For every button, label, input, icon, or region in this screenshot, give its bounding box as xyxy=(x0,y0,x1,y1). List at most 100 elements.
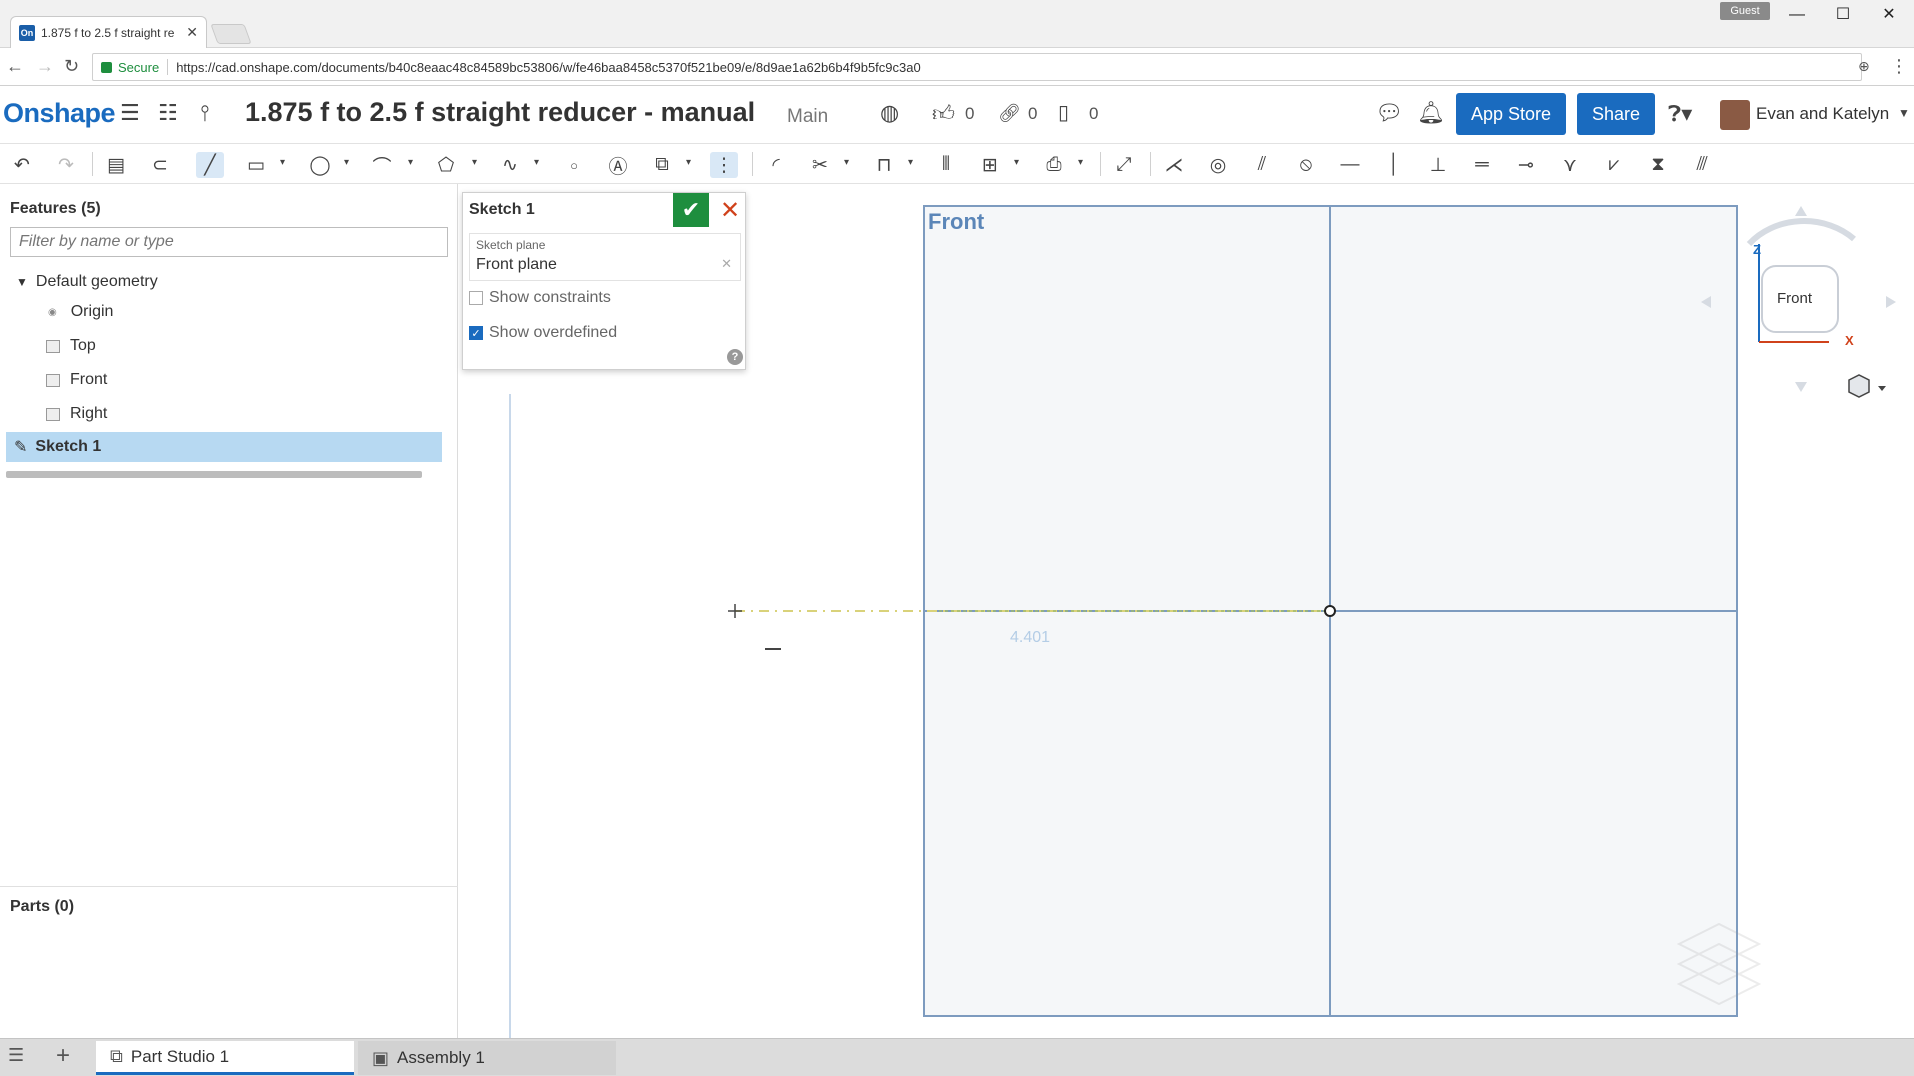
hamburger-menu-icon[interactable]: ☰ xyxy=(120,100,140,126)
user-chevron-down-icon[interactable]: ▼ xyxy=(1898,106,1910,120)
pattern-tool-icon[interactable]: ⊞ xyxy=(976,152,1004,178)
help-icon[interactable]: ❓︎▾ xyxy=(1668,101,1692,127)
use-tool-icon[interactable]: ⊓ xyxy=(870,152,898,178)
sketch-plane-field[interactable]: Sketch plane Front plane ✕ xyxy=(469,233,741,281)
rollback-bar[interactable] xyxy=(6,471,422,478)
arc-dropdown-chevron-icon[interactable]: ▾ xyxy=(408,157,413,168)
copy-document-icon[interactable]: ▯ xyxy=(1058,100,1069,125)
construction-tool-icon[interactable]: ⋮ xyxy=(710,152,738,178)
view-mode-cube-icon[interactable] xyxy=(1848,374,1870,398)
midpoint-constraint-icon[interactable]: ⊸ xyxy=(1512,152,1540,178)
show-constraints-option[interactable]: Show constraints xyxy=(469,289,611,307)
rectangle-dropdown-chevron-icon[interactable]: ▾ xyxy=(280,157,285,168)
rectangle-tool-icon[interactable]: ▭ xyxy=(242,152,270,178)
offset-tool-icon[interactable]: ⧉ xyxy=(648,152,676,178)
share-button[interactable]: Share xyxy=(1577,93,1655,135)
view-right-arrow-icon[interactable] xyxy=(1886,296,1896,308)
tab-assembly-1[interactable]: ▣ Assembly 1 xyxy=(358,1041,616,1075)
tree-item-origin[interactable]: ◉ Origin xyxy=(48,303,113,321)
text-tool-icon[interactable]: Ⓐ xyxy=(604,152,632,178)
user-menu[interactable]: Evan and Katelyn xyxy=(1756,104,1889,124)
view-cube-front-label[interactable]: Front xyxy=(1777,290,1812,307)
feature-filter-input[interactable] xyxy=(10,227,448,257)
document-title[interactable]: 1.875 f to 2.5 f straight reducer - manu… xyxy=(245,97,755,128)
view-up-arrow-icon[interactable] xyxy=(1795,206,1807,216)
globe-public-icon[interactable]: ◍ xyxy=(880,100,899,126)
show-constraints-checkbox[interactable] xyxy=(469,291,483,305)
clear-plane-icon[interactable]: ✕ xyxy=(721,256,732,272)
perpendicular-constraint-icon[interactable]: ⊥ xyxy=(1424,152,1452,178)
fix-constraint-icon[interactable]: ⫻ xyxy=(1688,152,1716,178)
guest-profile-badge[interactable]: Guest xyxy=(1720,2,1770,20)
tree-item-front[interactable]: Front xyxy=(46,371,107,389)
tab-part-studio-1[interactable]: ⧉ Part Studio 1 xyxy=(96,1041,354,1075)
pierce-constraint-icon[interactable]: ⩗ xyxy=(1600,152,1628,178)
url-bar[interactable]: Secure https://cad.onshape.com/documents… xyxy=(92,53,1862,81)
dxf-import-icon[interactable]: ⎙ xyxy=(1040,152,1068,178)
polygon-dropdown-chevron-icon[interactable]: ▾ xyxy=(472,157,477,168)
arc-tool-icon[interactable]: ⌒ xyxy=(368,152,396,178)
origin-point[interactable] xyxy=(1324,605,1336,617)
sketch-edit-icon[interactable]: ⤢ xyxy=(1110,152,1138,178)
line-tool-icon[interactable]: ╱ xyxy=(196,152,224,178)
offset-dropdown-chevron-icon[interactable]: ▾ xyxy=(686,157,691,168)
trim-tool-icon[interactable]: ✂ xyxy=(806,152,834,178)
browser-tab[interactable]: On 1.875 f to 2.5 f straight re ✕ xyxy=(10,16,207,48)
accept-checkmark-button[interactable]: ✔ xyxy=(673,193,709,227)
versions-icon[interactable]: ⫯ xyxy=(200,100,210,126)
add-element-plus-icon[interactable]: + xyxy=(56,1042,70,1070)
notifications-bell-icon[interactable]: 🔔︎ xyxy=(1417,100,1445,126)
cancel-x-button[interactable]: ✕ xyxy=(713,193,747,227)
tab-manager-icon[interactable]: ☰ xyxy=(8,1045,24,1066)
horizontal-constraint-icon[interactable]: — xyxy=(1336,152,1364,178)
view-down-arrow-icon[interactable] xyxy=(1795,382,1807,392)
onshape-logo[interactable]: Onshape xyxy=(3,98,116,129)
equal-constraint-icon[interactable]: ═ xyxy=(1468,152,1496,178)
fillet-tool-icon[interactable]: ◜ xyxy=(762,152,790,178)
browser-menu-icon[interactable]: ⋮ xyxy=(1890,56,1908,77)
view-cube-rotate-arc[interactable] xyxy=(1746,218,1856,247)
clipboard-icon[interactable]: ▤ xyxy=(102,152,130,178)
symmetric-constraint-icon[interactable]: ⧗ xyxy=(1644,152,1672,178)
spline-tool-icon[interactable]: ∿ xyxy=(496,152,524,178)
polygon-tool-icon[interactable]: ⬠ xyxy=(432,152,460,178)
close-window-icon[interactable]: ✕ xyxy=(1867,4,1911,26)
trim-dropdown-chevron-icon[interactable]: ▾ xyxy=(844,157,849,168)
normal-constraint-icon[interactable]: ⋎ xyxy=(1556,152,1584,178)
tree-item-top[interactable]: Top xyxy=(46,337,96,355)
show-overdefined-option[interactable]: ✓ Show overdefined xyxy=(469,324,617,342)
tree-item-right[interactable]: Right xyxy=(46,405,107,423)
minimize-window-icon[interactable]: — xyxy=(1775,4,1819,26)
like-thumb-icon[interactable]: 👍︎ xyxy=(932,100,955,127)
view-mode-chevron-down-icon[interactable] xyxy=(1878,386,1886,391)
vertical-constraint-icon[interactable]: │ xyxy=(1380,152,1408,178)
show-overdefined-checkbox[interactable]: ✓ xyxy=(469,326,483,340)
tree-item-default-geometry[interactable]: ▼ Default geometry xyxy=(16,273,158,291)
reload-icon[interactable]: ↻ xyxy=(64,56,79,77)
new-tab-button[interactable] xyxy=(210,24,252,44)
chevron-down-icon[interactable]: ▼ xyxy=(16,275,28,289)
maximize-window-icon[interactable]: ☐ xyxy=(1821,4,1865,26)
forward-arrow-icon[interactable]: → xyxy=(36,56,54,77)
comments-icon[interactable]: 💬︎ xyxy=(1375,100,1403,126)
close-tab-icon[interactable]: ✕ xyxy=(186,24,198,41)
zoom-icon[interactable]: ⊕ xyxy=(1858,58,1870,75)
link-icon[interactable]: 🔗︎ xyxy=(998,103,1021,124)
avatar[interactable] xyxy=(1720,100,1750,130)
use-dropdown-chevron-icon[interactable]: ▾ xyxy=(908,157,913,168)
feature-list-icon[interactable]: ☷ xyxy=(158,100,178,126)
spline-dropdown-chevron-icon[interactable]: ▾ xyxy=(534,157,539,168)
undo-icon[interactable]: ↶ xyxy=(8,152,36,178)
circle-dropdown-chevron-icon[interactable]: ▾ xyxy=(344,157,349,168)
tree-item-sketch-1[interactable]: ✎ Sketch 1 xyxy=(14,437,101,457)
circle-tool-icon[interactable]: ◯ xyxy=(306,152,334,178)
tangent-constraint-icon[interactable]: ⦸ xyxy=(1292,152,1320,178)
redo-icon[interactable]: ↷ xyxy=(52,152,80,178)
coincident-constraint-icon[interactable]: ⋌ xyxy=(1160,152,1188,178)
point-tool-icon[interactable]: ○ xyxy=(560,152,588,178)
pattern-dropdown-chevron-icon[interactable]: ▾ xyxy=(1014,157,1019,168)
back-arrow-icon[interactable]: ← xyxy=(6,56,24,77)
mirror-tool-icon[interactable]: ⫴ xyxy=(932,152,960,178)
help-question-icon[interactable]: ? xyxy=(727,349,743,365)
branch-name[interactable]: Main xyxy=(787,106,828,128)
